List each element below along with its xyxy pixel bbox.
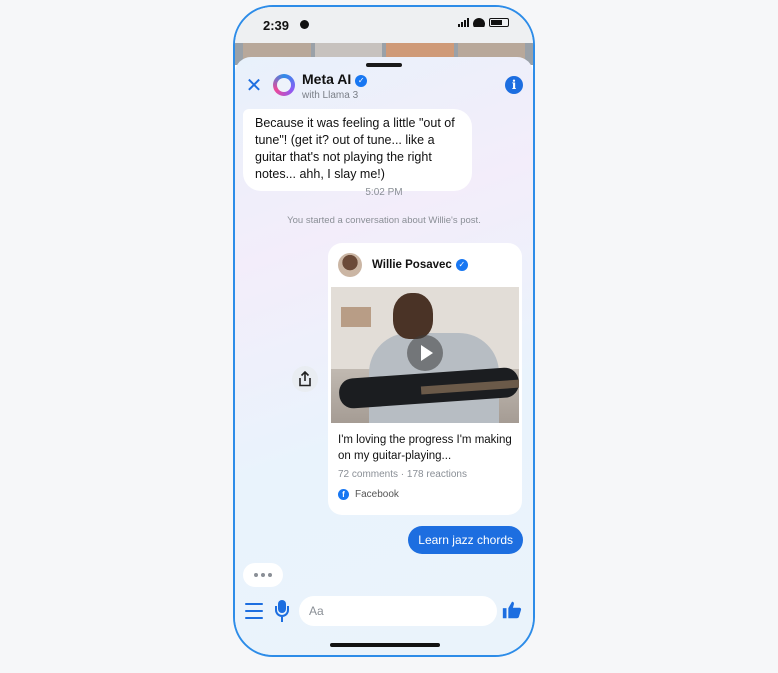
post-author: Willie Posavec (372, 259, 452, 271)
message-composer (235, 593, 533, 633)
chat-title: Meta AI ✓ (302, 71, 368, 87)
chat-header: ✕ Meta AI ✓ with Llama 3 i (235, 71, 533, 105)
verified-icon: ✓ (355, 75, 368, 87)
verified-icon: ✓ (455, 259, 468, 271)
meta-ai-icon (273, 74, 295, 96)
status-indicators (458, 18, 509, 27)
message-input[interactable] (299, 596, 497, 626)
share-icon (299, 371, 311, 387)
chat-sheet: ✕ Meta AI ✓ with Llama 3 i Because it was… (235, 57, 533, 655)
menu-icon[interactable] (245, 603, 263, 619)
sheet-grabber[interactable] (366, 63, 402, 67)
post-source: f Facebook (338, 489, 399, 500)
cellular-signal-icon (458, 18, 469, 27)
chat-subtitle: with Llama 3 (302, 90, 359, 101)
chat-title-text: Meta AI (302, 71, 352, 87)
post-header: Willie Posavec ✓ (338, 251, 468, 279)
microphone-icon[interactable] (275, 600, 289, 622)
play-icon[interactable] (407, 335, 443, 371)
ai-message-bubble: Because it was feeling a little "out of … (243, 109, 472, 191)
post-video-thumbnail[interactable] (331, 287, 519, 423)
post-engagement: 72 comments · 178 reactions (338, 469, 467, 480)
post-source-label: Facebook (355, 489, 399, 500)
wifi-icon (473, 18, 485, 27)
user-message-bubble: Learn jazz chords (408, 526, 523, 554)
thumbs-up-icon[interactable] (501, 599, 523, 621)
battery-icon (489, 18, 509, 27)
message-timestamp: 5:02 PM (365, 187, 403, 198)
home-indicator (330, 643, 440, 647)
facebook-icon: f (338, 489, 349, 500)
video-person-head (393, 293, 433, 339)
avatar (338, 253, 362, 277)
typing-indicator (243, 563, 283, 587)
status-time: 2:39 (263, 18, 290, 33)
do-not-disturb-icon (300, 20, 309, 29)
video-shelf (341, 307, 371, 327)
system-message: You started a conversation about Willie'… (287, 215, 481, 226)
share-button[interactable] (292, 366, 318, 392)
phone-frame: 2:39 ✕ Meta AI ✓ with Llama 3 i Because i… (233, 5, 535, 657)
close-icon[interactable]: ✕ (245, 76, 263, 96)
post-text: I'm loving the progress I'm making on my… (338, 434, 512, 462)
status-bar: 2:39 (235, 7, 533, 43)
info-icon[interactable]: i (505, 76, 523, 94)
shared-post-card[interactable]: Willie Posavec ✓ I'm loving the progress… (328, 243, 522, 515)
